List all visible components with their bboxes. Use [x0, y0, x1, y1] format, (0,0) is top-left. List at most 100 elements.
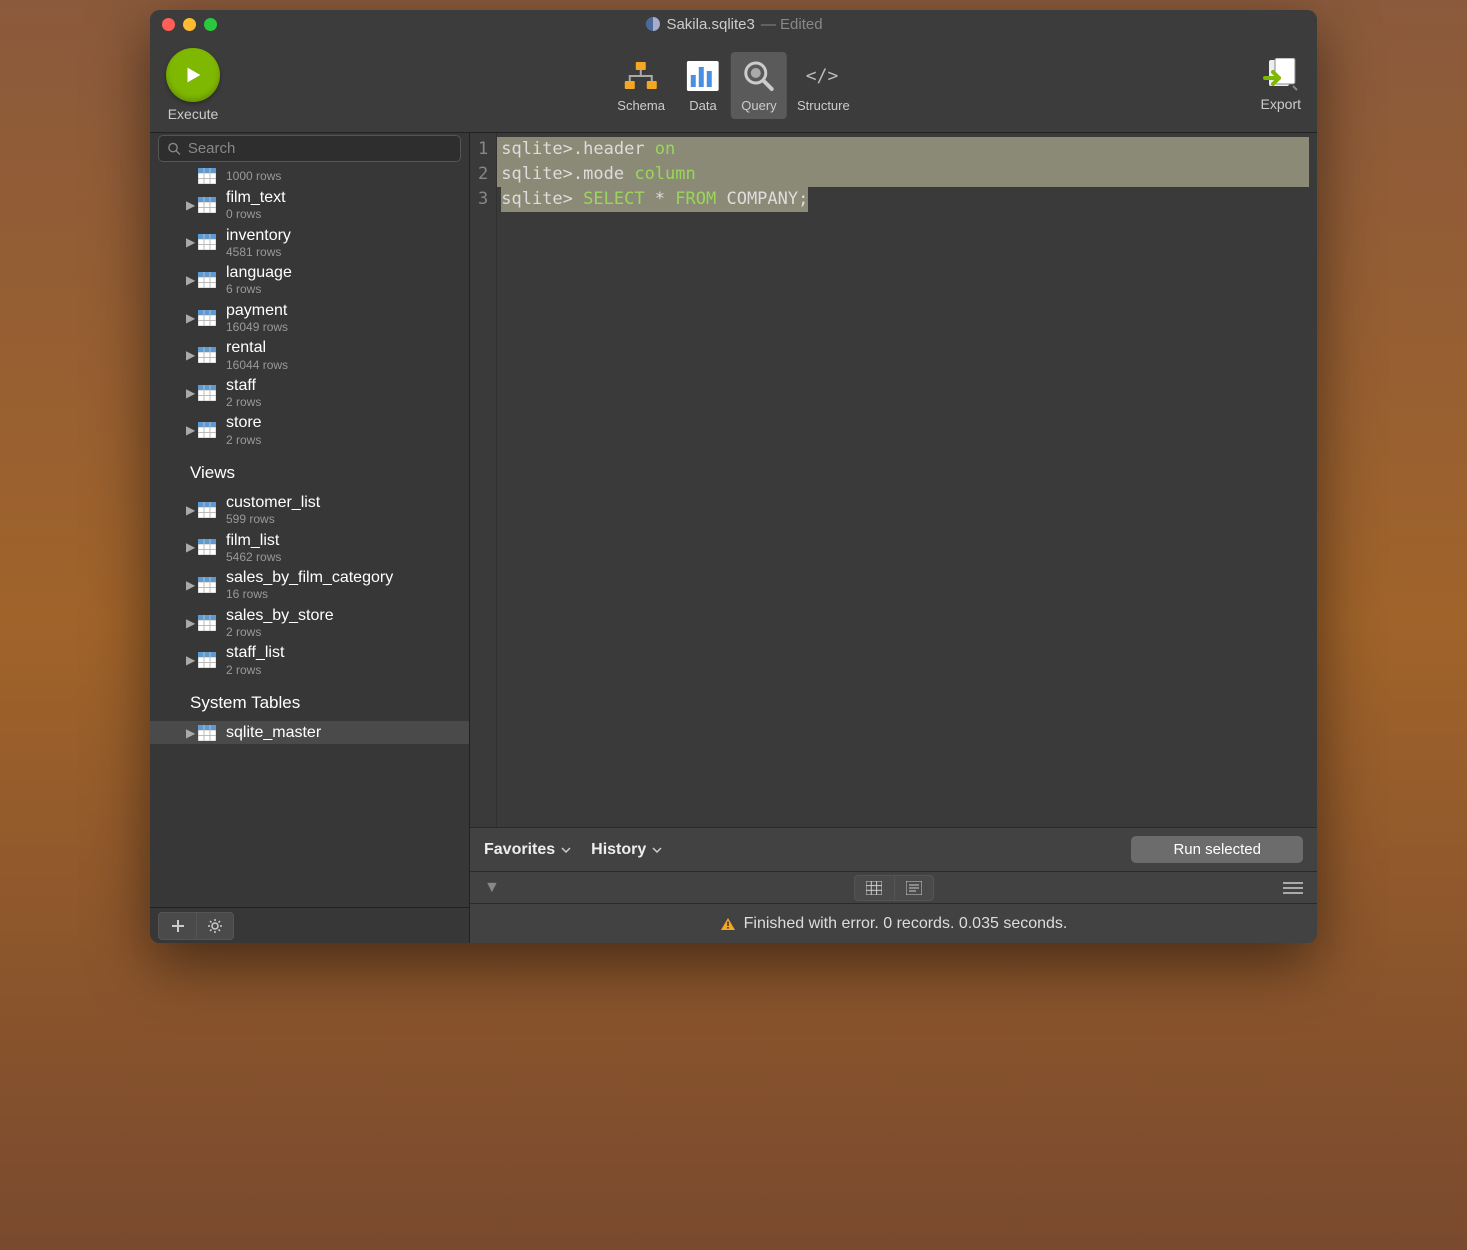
editor-area: 123 sqlite>.header onsqlite>.mode column… [470, 133, 1317, 943]
export-group[interactable]: Export [1261, 58, 1301, 112]
table-icon [198, 539, 216, 555]
table-name: staff_list [226, 643, 284, 662]
warning-icon [720, 917, 736, 931]
disclosure-triangle-icon[interactable]: ▶ [186, 540, 196, 554]
history-dropdown[interactable]: History [591, 841, 662, 859]
search-icon [167, 141, 182, 157]
disclosure-triangle-icon[interactable]: ▶ [186, 653, 196, 667]
export-icon [1263, 58, 1299, 92]
tab-data[interactable]: Data [675, 52, 731, 119]
results-view-toggle [854, 875, 934, 901]
disclosure-triangle-icon[interactable]: ▶ [186, 616, 196, 630]
code-line[interactable]: sqlite> SELECT * FROM COMPANY; [497, 187, 1309, 212]
views-section-header: Views [150, 449, 469, 491]
row-count: 599 rows [226, 512, 320, 526]
table-icon [198, 347, 216, 363]
table-name: film_text [226, 188, 286, 207]
tab-structure[interactable]: </> Structure [787, 52, 860, 119]
structure-icon: </> [805, 58, 841, 94]
disclosure-triangle-icon[interactable]: ▶ [186, 423, 196, 437]
text-icon [906, 881, 922, 895]
sidebar-tree[interactable]: 1000 rows ▶film_text0 rows▶inventory4581… [150, 168, 469, 907]
view-segmented-control: Schema Data Query </> Structure [607, 52, 859, 119]
table-row[interactable]: ▶film_list5462 rows [150, 529, 469, 567]
system-section-header: System Tables [150, 679, 469, 721]
favorites-dropdown[interactable]: Favorites [484, 841, 571, 859]
hamburger-icon [1283, 881, 1303, 895]
tab-query[interactable]: Query [731, 52, 787, 119]
minimize-window-button[interactable] [183, 18, 196, 31]
table-name: inventory [226, 226, 291, 245]
results-menu-button[interactable] [1283, 881, 1303, 895]
table-icon [198, 272, 216, 288]
table-row[interactable]: ▶language6 rows [150, 261, 469, 299]
editor-toolbar: Favorites History Run selected [470, 827, 1317, 871]
disclosure-triangle-icon[interactable]: ▶ [186, 198, 196, 212]
title-edited: — Edited [761, 16, 823, 33]
zoom-window-button[interactable] [204, 18, 217, 31]
settings-button[interactable] [196, 912, 234, 940]
disclosure-triangle-icon[interactable]: ▶ [186, 273, 196, 287]
table-row[interactable]: ▶ staff2 rows [150, 374, 469, 412]
grid-icon [866, 881, 882, 895]
grid-view-button[interactable] [854, 875, 894, 901]
table-row[interactable]: ▶customer_list599 rows [150, 491, 469, 529]
text-view-button[interactable] [894, 875, 934, 901]
window-title: Sakila.sqlite3 — Edited [644, 16, 822, 33]
table-row[interactable]: ▶staff_list2 rows [150, 641, 469, 679]
row-count: 2 rows [226, 395, 261, 409]
disclosure-triangle-icon[interactable]: ▶ [186, 503, 196, 517]
line-gutter: 123 [470, 133, 497, 827]
close-window-button[interactable] [162, 18, 175, 31]
row-count: 2 rows [226, 625, 334, 639]
table-name: language [226, 263, 292, 282]
execute-label: Execute [168, 106, 219, 122]
titlebar: Sakila.sqlite3 — Edited [150, 10, 1317, 38]
disclosure-triangle-icon[interactable]: ▶ [186, 726, 196, 740]
row-count: 2 rows [226, 433, 262, 447]
table-name: sales_by_film_category [226, 568, 393, 587]
disclosure-triangle-icon[interactable]: ▶ [186, 348, 196, 362]
table-name: payment [226, 301, 288, 320]
code-line[interactable]: sqlite>.mode column [497, 162, 1309, 187]
tab-schema[interactable]: Schema [607, 52, 675, 119]
collapse-results-button[interactable]: ▼ [484, 879, 500, 897]
execute-group: Execute [166, 48, 220, 122]
main-area: 1000 rows ▶film_text0 rows▶inventory4581… [150, 133, 1317, 943]
code-body[interactable]: sqlite>.header onsqlite>.mode columnsqli… [497, 133, 1309, 827]
table-row[interactable]: ▶payment16049 rows [150, 299, 469, 337]
table-row[interactable]: ▶store2 rows [150, 411, 469, 449]
window-controls [162, 18, 217, 31]
disclosure-triangle-icon[interactable]: ▶ [186, 235, 196, 249]
schema-icon [623, 58, 659, 94]
disclosure-triangle-icon[interactable]: ▶ [186, 386, 196, 400]
main-toolbar: Execute Schema Data Query [150, 38, 1317, 133]
table-icon [198, 725, 216, 741]
add-button[interactable] [158, 912, 196, 940]
execute-button[interactable] [166, 48, 220, 102]
table-icon [198, 422, 216, 438]
table-icon [198, 197, 216, 213]
table-row[interactable]: ▶film_text0 rows [150, 186, 469, 224]
run-selected-button[interactable]: Run selected [1131, 836, 1303, 863]
disclosure-triangle-icon[interactable]: ▶ [186, 311, 196, 325]
status-bar: Finished with error. 0 records. 0.035 se… [470, 903, 1317, 943]
table-icon [198, 615, 216, 631]
table-icon [198, 310, 216, 326]
plus-icon [171, 919, 185, 933]
table-row[interactable]: ▶ sales_by_store2 rows [150, 604, 469, 642]
table-name: staff [226, 376, 261, 395]
table-row[interactable]: ▶ sales_by_film_category16 rows [150, 566, 469, 604]
search-field[interactable] [158, 135, 461, 162]
table-row[interactable]: 1000 rows [150, 168, 469, 186]
code-line[interactable]: sqlite>.header on [497, 137, 1309, 162]
search-input[interactable] [188, 140, 452, 157]
disclosure-triangle-icon[interactable]: ▶ [186, 578, 196, 592]
query-icon [741, 58, 777, 94]
row-count: 16 rows [226, 587, 393, 601]
table-name: sales_by_store [226, 606, 334, 625]
table-row[interactable]: ▶sqlite_master [150, 721, 469, 744]
table-row[interactable]: ▶rental16044 rows [150, 336, 469, 374]
code-editor[interactable]: 123 sqlite>.header onsqlite>.mode column… [470, 133, 1317, 827]
table-row[interactable]: ▶inventory4581 rows [150, 224, 469, 262]
